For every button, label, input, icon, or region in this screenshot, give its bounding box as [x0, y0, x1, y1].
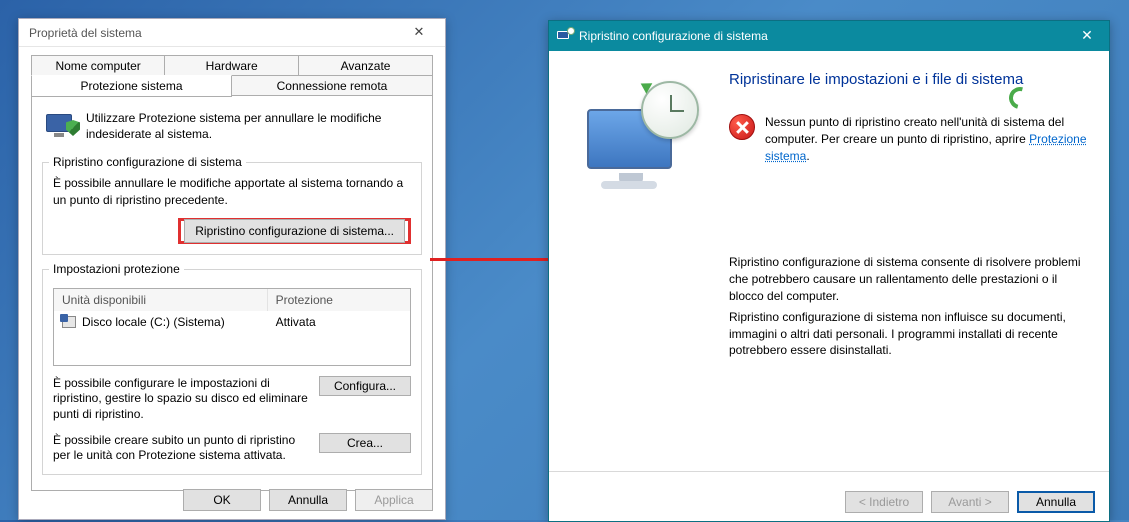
tab-system-protection[interactable]: Protezione sistema	[31, 75, 232, 97]
warning-row: Nessun punto di ripristino creato nell'u…	[729, 114, 1089, 164]
wizard-sidebar	[569, 71, 709, 461]
info-para-2: Ripristino configurazione di sistema non…	[729, 309, 1089, 359]
create-text: È possibile creare subito un punto di ri…	[53, 433, 311, 464]
info-text: Ripristino configurazione di sistema con…	[729, 254, 1089, 363]
apply-button: Applica	[355, 489, 433, 511]
drive-list[interactable]: Unità disponibili Protezione Disco local…	[53, 288, 411, 366]
warning-text: Nessun punto di ripristino creato nell'u…	[765, 114, 1089, 164]
configure-button[interactable]: Configura...	[319, 376, 411, 396]
highlight-annotation: Ripristino configurazione di sistema...	[178, 218, 411, 244]
error-icon	[729, 114, 755, 140]
configure-text: È possibile configurare le impostazioni …	[53, 376, 311, 423]
tab-hardware[interactable]: Hardware	[165, 55, 299, 76]
intro-text: Utilizzare Protezione sistema per annull…	[86, 110, 422, 142]
dialog-footer: OK Annulla Applica	[183, 489, 433, 511]
system-restore-button[interactable]: Ripristino configurazione di sistema...	[184, 219, 405, 243]
restore-legend: Ripristino configurazione di sistema	[49, 155, 246, 169]
tab-advanced[interactable]: Avanzate	[299, 55, 433, 76]
system-properties-dialog: Proprietà del sistema ✕ Nome computer Ha…	[18, 18, 446, 520]
next-button: Avanti >	[931, 491, 1009, 513]
drive-row[interactable]: Disco locale (C:) (Sistema) Attivata	[54, 311, 410, 333]
restore-icon	[557, 28, 573, 44]
wizard-heading: Ripristinare le impostazioni e i file di…	[729, 71, 1089, 88]
restore-hero-icon	[579, 79, 699, 199]
wizard-footer: < Indietro Avanti > Annulla	[549, 471, 1109, 521]
tab-computer-name[interactable]: Nome computer	[31, 55, 165, 76]
window-title: Proprietà del sistema	[29, 26, 399, 40]
close-icon[interactable]: ✕	[1065, 21, 1109, 51]
drive-status: Attivata	[268, 311, 410, 333]
drive-list-header: Unità disponibili Protezione	[54, 289, 410, 311]
titlebar[interactable]: Ripristino configurazione di sistema ✕	[549, 21, 1109, 51]
tab-remote[interactable]: Connessione remota	[232, 75, 433, 97]
warn-post: .	[806, 149, 809, 163]
col-drives: Unità disponibili	[54, 289, 268, 311]
settings-groupbox: Impostazioni protezione Unità disponibil…	[42, 269, 422, 475]
info-para-1: Ripristino configurazione di sistema con…	[729, 254, 1089, 304]
settings-legend: Impostazioni protezione	[49, 262, 184, 276]
restore-groupbox: Ripristino configurazione di sistema È p…	[42, 162, 422, 254]
col-protection: Protezione	[268, 289, 410, 311]
warn-pre: Nessun punto di ripristino creato nell'u…	[765, 115, 1064, 146]
tabs-row-top: Nome computer Hardware Avanzate	[31, 55, 433, 75]
system-restore-wizard: Ripristino configurazione di sistema ✕ R…	[548, 20, 1110, 522]
tab-content: Utilizzare Protezione sistema per annull…	[31, 95, 433, 491]
protection-shield-icon	[46, 110, 78, 142]
window-title: Ripristino configurazione di sistema	[579, 29, 1065, 43]
restore-desc: È possibile annullare le modifiche appor…	[53, 175, 411, 207]
close-icon[interactable]: ✕	[399, 22, 439, 44]
tabs-row-bottom: Protezione sistema Connessione remota	[31, 75, 433, 96]
back-button: < Indietro	[845, 491, 923, 513]
disk-icon	[62, 316, 76, 328]
cancel-button[interactable]: Annulla	[1017, 491, 1095, 513]
create-button[interactable]: Crea...	[319, 433, 411, 453]
ok-button[interactable]: OK	[183, 489, 261, 511]
drive-name: Disco locale (C:) (Sistema)	[82, 315, 225, 329]
cancel-button[interactable]: Annulla	[269, 489, 347, 511]
titlebar[interactable]: Proprietà del sistema ✕	[19, 19, 445, 47]
